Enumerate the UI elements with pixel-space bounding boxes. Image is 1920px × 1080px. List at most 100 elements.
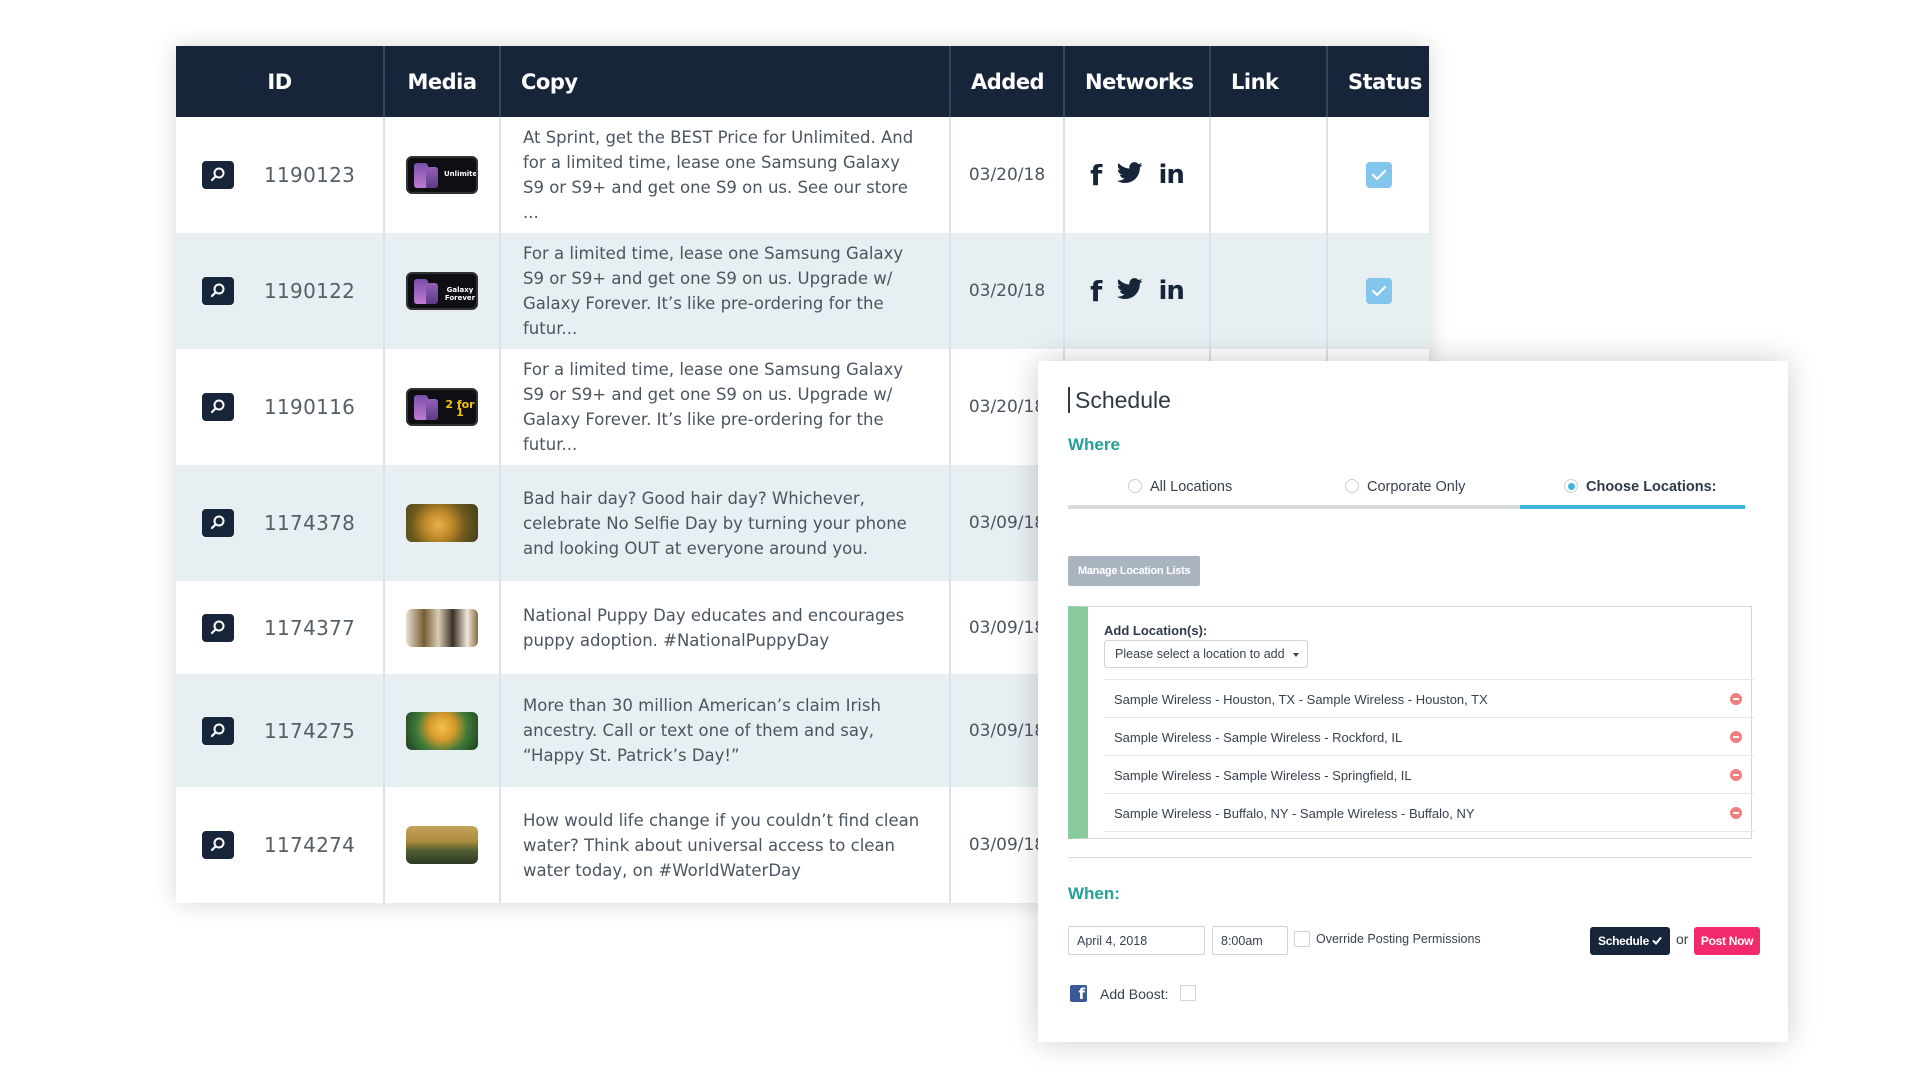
header-copy[interactable]: Copy (500, 46, 951, 117)
copy-text: Bad hair day? Good hair day? Whichever, … (500, 465, 951, 581)
status-checkbox[interactable] (1365, 278, 1392, 304)
view-button[interactable] (202, 509, 234, 537)
media-thumbnail[interactable]: Galaxy Forever (406, 272, 478, 310)
header-added[interactable]: Added (950, 46, 1065, 117)
media-thumbnail[interactable] (406, 826, 478, 864)
content-id: 1174275 (264, 718, 356, 743)
remove-circle-icon[interactable] (1730, 731, 1742, 743)
selected-locations-list: Sample Wireless - Houston, TX - Sample W… (1104, 679, 1754, 832)
or-text: or (1676, 931, 1689, 947)
view-button[interactable] (202, 613, 234, 642)
added-date: 03/20/18 (950, 233, 1065, 349)
remove-circle-icon[interactable] (1730, 807, 1742, 819)
header-media[interactable]: Media (384, 46, 501, 117)
post-now-button[interactable]: Post Now (1694, 927, 1760, 955)
id-cell: 1174274 (176, 787, 385, 903)
link-cell (1210, 233, 1328, 349)
facebook-icon: f (1090, 158, 1103, 192)
twitter-icon (1117, 162, 1143, 188)
view-button[interactable] (202, 716, 234, 745)
schedule-panel: Schedule Where All Locations Corporate O… (1038, 361, 1788, 1042)
remove-circle-icon[interactable] (1730, 693, 1742, 705)
view-button[interactable] (202, 277, 234, 305)
radio-label: All Locations (1150, 479, 1233, 495)
search-icon (210, 620, 225, 634)
radio-circle (1564, 479, 1578, 493)
search-icon (210, 515, 225, 530)
header-networks[interactable]: Networks (1064, 46, 1211, 117)
media-thumbnail[interactable] (406, 608, 478, 647)
radio-circle (1345, 479, 1359, 493)
view-button[interactable] (202, 831, 234, 859)
radio-corporate-only[interactable]: Corporate Only (1345, 479, 1465, 495)
schedule-button-label: Schedule (1598, 934, 1649, 948)
status-checkbox[interactable] (1365, 162, 1392, 188)
location-item: Sample Wireless - Sample Wireless - Rock… (1104, 718, 1754, 756)
id-cell: 1190123 (176, 117, 385, 233)
facebook-icon: f (1090, 274, 1103, 308)
thumbnail-label: 2 for 1 (445, 398, 475, 419)
copy-text: For a limited time, lease one Samsung Ga… (500, 349, 951, 465)
radio-label: Choose Locations: (1586, 479, 1717, 495)
location-name: Sample Wireless - Buffalo, NY - Sample W… (1114, 806, 1475, 821)
content-id: 1174274 (264, 833, 356, 857)
content-id: 1190122 (264, 279, 356, 303)
chevron-down-icon (1293, 653, 1299, 657)
remove-circle-icon[interactable] (1730, 769, 1742, 781)
media-thumbnail[interactable] (406, 504, 478, 542)
status-cell (1327, 117, 1429, 233)
search-icon (210, 283, 225, 298)
media-cell: 2 for 1 (384, 349, 501, 465)
location-item: Sample Wireless - Sample Wireless - Spri… (1104, 756, 1754, 794)
twitter-icon (1117, 278, 1143, 304)
location-scope-radio-group: All Locations Corporate Only Choose Loca… (1068, 475, 1745, 509)
id-cell: 1174378 (176, 465, 385, 581)
content-id: 1174377 (264, 615, 356, 640)
status-cell (1327, 233, 1429, 349)
networks-cell: f in (1064, 233, 1211, 349)
media-cell: Galaxy Forever (384, 233, 501, 349)
location-select-placeholder: Please select a location to add (1115, 647, 1285, 661)
networks-cell: f in (1064, 117, 1211, 233)
location-select[interactable]: Please select a location to add (1104, 640, 1308, 668)
header-link[interactable]: Link (1210, 46, 1328, 117)
checkmark-icon (1371, 285, 1386, 297)
add-boost-label: Add Boost: (1100, 986, 1169, 1002)
radio-choose-locations[interactable]: Choose Locations: (1564, 479, 1717, 495)
header-id[interactable]: ID (176, 46, 385, 117)
header-status[interactable]: Status (1327, 46, 1429, 117)
media-thumbnail[interactable]: Unlimited (406, 156, 478, 194)
content-id: 1190116 (264, 395, 356, 419)
override-permissions-label: Override Posting Permissions (1316, 932, 1481, 946)
location-name: Sample Wireless - Sample Wireless - Rock… (1114, 730, 1403, 745)
view-button[interactable] (202, 161, 234, 189)
id-cell: 1190116 (176, 349, 385, 465)
content-id: 1174378 (264, 511, 356, 535)
copy-text: More than 30 million American’s claim Ir… (500, 674, 951, 787)
when-label: When: (1068, 884, 1120, 903)
table-row[interactable]: 1190123 Unlimited At Sprint, get the BES… (176, 117, 1429, 233)
location-picker: Add Location(s): Please select a locatio… (1068, 606, 1754, 839)
copy-text: For a limited time, lease one Samsung Ga… (500, 233, 951, 349)
media-thumbnail[interactable] (406, 711, 478, 750)
copy-text: At Sprint, get the BEST Price for Unlimi… (500, 117, 951, 233)
location-name: Sample Wireless - Sample Wireless - Spri… (1114, 768, 1412, 783)
radio-all-locations[interactable]: All Locations (1128, 479, 1232, 495)
panel-title: Schedule (1068, 387, 1171, 413)
active-option-indicator (1520, 505, 1745, 509)
location-name: Sample Wireless - Houston, TX - Sample W… (1114, 692, 1488, 707)
media-cell (384, 465, 501, 581)
search-icon (210, 837, 225, 852)
media-thumbnail[interactable]: 2 for 1 (406, 388, 478, 426)
table-row[interactable]: 1190122 Galaxy Forever For a limited tim… (176, 233, 1429, 349)
view-button[interactable] (202, 393, 234, 421)
search-icon (210, 399, 225, 414)
override-permissions-checkbox[interactable] (1294, 931, 1310, 947)
schedule-button[interactable]: Schedule (1590, 927, 1670, 955)
date-input[interactable] (1068, 926, 1205, 955)
time-input[interactable] (1212, 926, 1288, 955)
radio-label: Corporate Only (1367, 479, 1466, 495)
add-boost-checkbox[interactable] (1180, 985, 1196, 1001)
manage-location-lists-button[interactable]: Manage Location Lists (1068, 556, 1201, 586)
checkmark-icon (1652, 936, 1662, 945)
